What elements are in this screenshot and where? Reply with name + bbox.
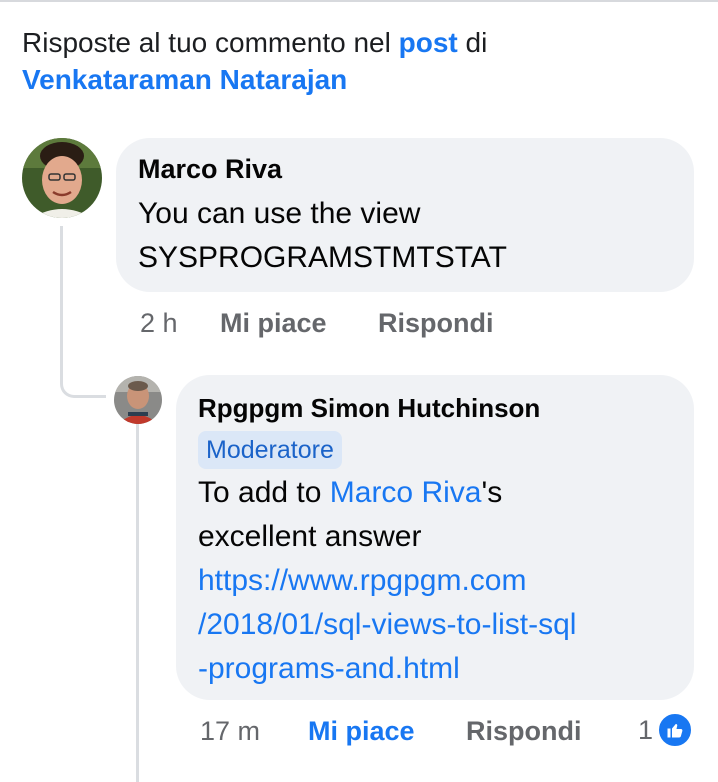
post-author-link[interactable]: Venkataraman Natarajan — [22, 64, 347, 95]
moderator-badge: Moderatore — [198, 431, 342, 469]
reply-text-suffix: 's — [481, 476, 503, 509]
reaction-summary[interactable]: 1 — [638, 712, 694, 748]
comment-text-line2: SYSPROGRAMSTMTSTAT — [138, 241, 507, 274]
reply-actions: 17 m Mi piace Rispondi — [200, 716, 600, 752]
reply-time[interactable]: 17 m — [200, 716, 260, 747]
reply-author[interactable]: Rpgpgm Simon Hutchinson — [198, 391, 672, 425]
mention-link[interactable]: Marco Riva — [330, 476, 482, 509]
comment-reply-button[interactable]: Rispondi — [378, 308, 494, 339]
avatar[interactable] — [22, 138, 102, 218]
url-line1[interactable]: https://www.rpgpgm.com — [198, 564, 526, 597]
reaction-count: 1 — [638, 714, 654, 745]
post-link[interactable]: post — [399, 27, 458, 58]
top-divider — [0, 0, 718, 2]
thumbs-up-icon — [657, 712, 694, 748]
header-connector: di — [457, 27, 488, 58]
url-line2[interactable]: /2018/01/sql-views-to-list-sql — [198, 608, 576, 641]
comment-text: You can use the view SYSPROGRAMSTMTSTAT — [138, 192, 672, 280]
url-link[interactable]: https://www.rpgpgm.com /2018/01/sql-view… — [198, 559, 672, 691]
reply-reply-button[interactable]: Rispondi — [466, 716, 582, 747]
comment-actions: 2 h Mi piace Rispondi — [140, 308, 540, 344]
reply-bubble: Rpgpgm Simon Hutchinson Moderatore To ad… — [176, 375, 694, 700]
header-prefix: Risposte al tuo commento nel — [22, 27, 399, 58]
reply-text-prefix: To add to — [198, 476, 330, 509]
comment-like-button[interactable]: Mi piace — [220, 308, 327, 339]
url-line3[interactable]: -programs-and.html — [198, 652, 460, 685]
thread-connector — [60, 226, 106, 398]
comment-time[interactable]: 2 h — [140, 308, 178, 339]
reply-text-line2: excellent answer — [198, 520, 422, 553]
reply-text: To add to Marco Riva's excellent answer … — [198, 471, 672, 691]
avatar[interactable] — [114, 376, 162, 424]
comment-bubble: Marco Riva You can use the view SYSPROGR… — [116, 138, 694, 292]
comment-author[interactable]: Marco Riva — [138, 152, 672, 186]
comment-text-line1: You can use the view — [138, 197, 421, 230]
reply-thread-line — [136, 422, 139, 782]
reply-like-button[interactable]: Mi piace — [308, 716, 415, 747]
notification-header: Risposte al tuo commento nel post di Ven… — [22, 24, 702, 98]
